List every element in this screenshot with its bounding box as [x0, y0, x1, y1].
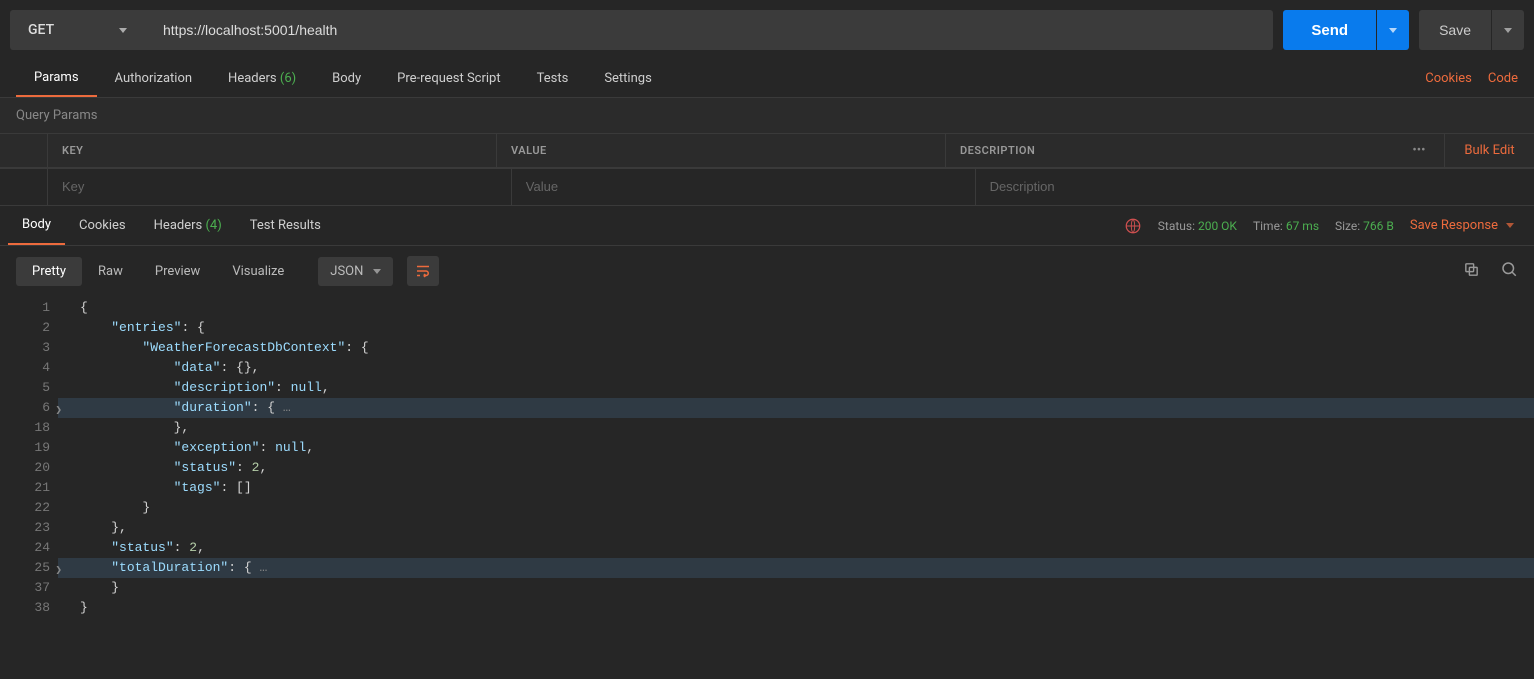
size-value: 766 B: [1363, 219, 1394, 233]
value-header: VALUE: [497, 134, 946, 167]
response-tab-headers-count: (4): [205, 218, 221, 233]
response-tab-headers[interactable]: Headers (4): [140, 207, 236, 244]
chevron-down-icon: [1506, 223, 1514, 228]
tab-prerequest[interactable]: Pre-request Script: [379, 61, 518, 96]
expand-icon[interactable]: ❯: [55, 401, 62, 421]
view-bar: Pretty Raw Preview Visualize JSON: [0, 246, 1534, 296]
save-response-label: Save Response: [1410, 218, 1498, 233]
response-body-code: 123456❯1819202122232425❯3738 { "entries"…: [0, 296, 1534, 618]
code-line: "description": null,: [58, 378, 1534, 398]
code-link[interactable]: Code: [1488, 71, 1518, 86]
description-header: DESCRIPTION: [946, 134, 1394, 167]
response-tab-headers-label: Headers: [154, 218, 203, 233]
code-line: }: [58, 598, 1534, 618]
code-line: "WeatherForecastDbContext": {: [58, 338, 1534, 358]
code-line: "duration": { …: [58, 398, 1534, 418]
bulk-edit-link[interactable]: Bulk Edit: [1444, 134, 1534, 167]
chevron-down-icon: [119, 28, 127, 33]
http-method-select[interactable]: GET: [10, 10, 145, 50]
search-icon[interactable]: [1500, 260, 1518, 282]
value-input[interactable]: [526, 179, 961, 194]
response-tab-body[interactable]: Body: [8, 206, 65, 245]
format-label: JSON: [330, 264, 363, 279]
checkbox-col: [0, 134, 48, 167]
chevron-down-icon: [1389, 28, 1397, 33]
query-params-input-row: [0, 168, 1534, 206]
view-mode-raw[interactable]: Raw: [82, 257, 139, 286]
tab-authorization[interactable]: Authorization: [97, 61, 211, 96]
code-line: "status": 2,: [58, 538, 1534, 558]
expand-icon[interactable]: ❯: [55, 561, 62, 581]
view-mode-pretty[interactable]: Pretty: [16, 257, 82, 286]
size-label: Size:: [1335, 219, 1360, 233]
tab-body[interactable]: Body: [314, 61, 379, 96]
code-body[interactable]: { "entries": { "WeatherForecastDbContext…: [58, 298, 1534, 618]
chevron-down-icon: [1504, 28, 1512, 33]
wrap-toggle-button[interactable]: [407, 256, 439, 286]
request-tabs: Params Authorization Headers (6) Body Pr…: [0, 60, 1534, 98]
format-select[interactable]: JSON: [318, 257, 393, 286]
http-method-label: GET: [28, 22, 54, 38]
response-tab-cookies[interactable]: Cookies: [65, 207, 140, 244]
code-line: "entries": {: [58, 318, 1534, 338]
code-line: }: [58, 578, 1534, 598]
tab-settings[interactable]: Settings: [586, 61, 669, 96]
tab-tests[interactable]: Tests: [519, 61, 587, 96]
network-icon: [1124, 217, 1142, 235]
tab-headers-count: (6): [280, 71, 296, 86]
copy-icon[interactable]: [1463, 261, 1480, 282]
code-line: "tags": []: [58, 478, 1534, 498]
tab-headers-label: Headers: [228, 71, 277, 86]
save-response-button[interactable]: Save Response: [1410, 218, 1514, 233]
tab-headers[interactable]: Headers (6): [210, 61, 314, 96]
code-line: "totalDuration": { …: [58, 558, 1534, 578]
status-value: 200 OK: [1198, 219, 1237, 233]
description-input[interactable]: [990, 179, 1520, 194]
url-input-wrapper: [145, 10, 1273, 50]
time-value: 67 ms: [1286, 219, 1319, 233]
code-line: "data": {},: [58, 358, 1534, 378]
key-input[interactable]: [62, 179, 497, 194]
request-url-input[interactable]: [145, 10, 1273, 50]
response-tabs: Body Cookies Headers (4) Test Results St…: [0, 206, 1534, 246]
key-header: KEY: [48, 134, 497, 167]
code-line: "exception": null,: [58, 438, 1534, 458]
send-dropdown[interactable]: [1377, 10, 1409, 50]
status-label: Status:: [1158, 219, 1195, 233]
view-mode-visualize[interactable]: Visualize: [216, 257, 300, 286]
code-line: }: [58, 498, 1534, 518]
code-line: },: [58, 518, 1534, 538]
save-button[interactable]: Save: [1419, 10, 1491, 50]
tab-params[interactable]: Params: [16, 60, 97, 97]
time-label: Time:: [1253, 219, 1283, 233]
code-line: {: [58, 298, 1534, 318]
line-gutter: 123456❯1819202122232425❯3738: [0, 298, 58, 618]
checkbox-col: [0, 169, 48, 205]
response-tab-test-results[interactable]: Test Results: [236, 207, 335, 244]
save-dropdown[interactable]: [1492, 10, 1524, 50]
cookies-link[interactable]: Cookies: [1425, 71, 1472, 86]
chevron-down-icon: [373, 269, 381, 274]
send-button[interactable]: Send: [1283, 10, 1376, 50]
view-mode-preview[interactable]: Preview: [139, 257, 216, 286]
more-actions-icon[interactable]: •••: [1394, 134, 1444, 167]
response-meta: Status: 200 OK Time: 67 ms Size: 766 B S…: [1124, 217, 1526, 235]
request-bar: GET Send Save: [0, 0, 1534, 60]
query-params-header-row: KEY VALUE DESCRIPTION ••• Bulk Edit: [0, 133, 1534, 168]
code-line: "status": 2,: [58, 458, 1534, 478]
code-line: },: [58, 418, 1534, 438]
query-params-title: Query Params: [0, 98, 1534, 133]
